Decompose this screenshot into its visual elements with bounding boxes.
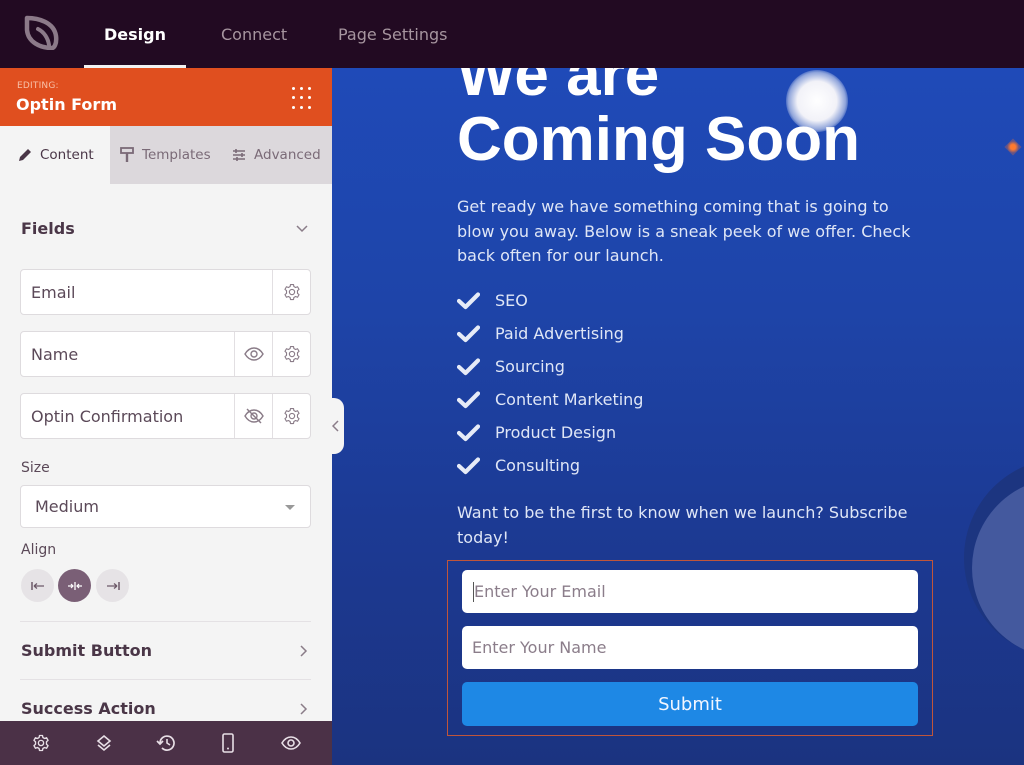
checkmark-icon	[457, 424, 480, 442]
chevron-down-icon	[296, 225, 308, 233]
chevron-left-icon	[331, 420, 339, 432]
subscribe-cta-text[interactable]: Want to be the first to know when we lau…	[457, 500, 927, 550]
text-cursor	[473, 582, 474, 602]
tab-connect[interactable]: Connect	[221, 0, 287, 68]
align-left-icon	[30, 581, 44, 590]
page-canvas: We are Coming Soon Get ready we have som…	[332, 68, 1024, 765]
checkmark-icon	[457, 457, 480, 475]
eye-icon	[243, 347, 264, 361]
paint-roller-icon	[120, 147, 134, 162]
preview-button[interactable]	[271, 723, 311, 763]
bottom-toolbar	[0, 721, 332, 765]
tab-page-settings[interactable]: Page Settings	[338, 0, 447, 68]
feature-text: SEO	[495, 291, 528, 310]
gear-icon	[283, 283, 300, 301]
size-select-value: Medium	[35, 497, 99, 516]
mobile-phone-icon	[222, 733, 235, 753]
field-label: Name	[31, 344, 79, 364]
align-center-icon	[67, 581, 82, 590]
collapse-sidebar-handle[interactable]	[326, 398, 344, 454]
panel-tab-content[interactable]: Content	[0, 126, 110, 184]
panel-tab-advanced[interactable]: Advanced	[232, 126, 321, 184]
feature-text: Content Marketing	[495, 390, 644, 409]
submit-button-section[interactable]: Submit Button	[0, 631, 332, 671]
headline-line-2[interactable]: Coming Soon	[457, 109, 860, 171]
section-title: Success Action	[21, 699, 156, 718]
size-select[interactable]: Medium	[20, 485, 311, 528]
align-label: Align	[21, 542, 57, 558]
feature-text: Paid Advertising	[495, 324, 624, 343]
layers-button[interactable]	[84, 723, 124, 763]
feature-text: Product Design	[495, 423, 617, 442]
headline-line-1[interactable]: We are	[457, 68, 659, 106]
email-input[interactable]	[462, 570, 918, 613]
size-label: Size	[21, 460, 50, 476]
editing-header: EDITING: Optin Form	[0, 68, 332, 126]
layers-icon	[96, 734, 111, 752]
divider	[20, 679, 311, 680]
eye-icon	[280, 736, 301, 750]
revision-history-button[interactable]	[146, 723, 186, 763]
intro-text[interactable]: Get ready we have something coming that …	[457, 195, 927, 269]
name-input[interactable]	[462, 626, 918, 669]
divider	[20, 621, 311, 622]
align-center-button[interactable]	[58, 569, 91, 602]
field-label: Optin Confirmation	[31, 406, 184, 426]
gear-icon	[283, 407, 300, 425]
align-right-icon	[106, 581, 120, 590]
editing-title: Optin Form	[16, 95, 117, 114]
field-row-email[interactable]: Email	[20, 269, 311, 315]
panel-tab-label: Templates	[142, 147, 211, 163]
grid-dots-icon[interactable]	[292, 87, 316, 111]
field-settings-button[interactable]	[272, 394, 310, 438]
checkmark-icon	[457, 325, 480, 343]
eye-slash-icon	[243, 408, 264, 424]
global-settings-button[interactable]	[21, 723, 61, 763]
field-settings-button[interactable]	[272, 332, 310, 376]
panel-tab-templates[interactable]: Templates	[120, 126, 211, 184]
optin-form-block[interactable]: Submit	[447, 560, 933, 736]
field-visibility-button[interactable]	[234, 332, 272, 376]
gear-icon	[33, 734, 49, 752]
mobile-preview-button[interactable]	[208, 723, 248, 763]
history-icon	[156, 735, 175, 751]
sliders-icon	[233, 149, 245, 161]
pencil-icon	[19, 149, 31, 161]
sidebar: EDITING: Optin Form Content Templates Ad…	[0, 68, 332, 765]
editing-label: EDITING:	[17, 81, 59, 91]
chevron-right-icon	[300, 645, 308, 657]
field-visibility-button[interactable]	[234, 394, 272, 438]
fields-section-header[interactable]: Fields	[0, 210, 332, 250]
field-row-name[interactable]: Name	[20, 331, 311, 377]
checkmark-icon	[457, 391, 480, 409]
caret-down-icon	[285, 505, 295, 510]
gear-icon	[283, 345, 300, 363]
tab-design[interactable]: Design	[84, 0, 186, 68]
section-title: Submit Button	[21, 641, 153, 660]
feature-text: Sourcing	[495, 357, 565, 376]
align-right-button[interactable]	[96, 569, 129, 602]
submit-button[interactable]: Submit	[462, 682, 918, 726]
checkmark-icon	[457, 358, 480, 376]
field-settings-button[interactable]	[272, 270, 310, 314]
field-label: Email	[31, 282, 76, 302]
align-left-button[interactable]	[21, 569, 54, 602]
fields-section-title: Fields	[21, 219, 75, 238]
feature-text: Consulting	[495, 456, 581, 475]
panel-tab-label: Advanced	[254, 147, 321, 163]
top-bar: Design Connect Page Settings	[0, 0, 1024, 68]
panel-tabs: Content Templates Advanced	[0, 126, 332, 184]
chevron-right-icon	[300, 703, 308, 715]
panel-tab-label: Content	[40, 147, 94, 163]
field-row-optin-confirmation[interactable]: Optin Confirmation	[20, 393, 311, 439]
checkmark-icon	[457, 292, 480, 310]
decorative-orange-dot	[1004, 138, 1022, 156]
leaf-logo-icon[interactable]	[24, 14, 60, 50]
